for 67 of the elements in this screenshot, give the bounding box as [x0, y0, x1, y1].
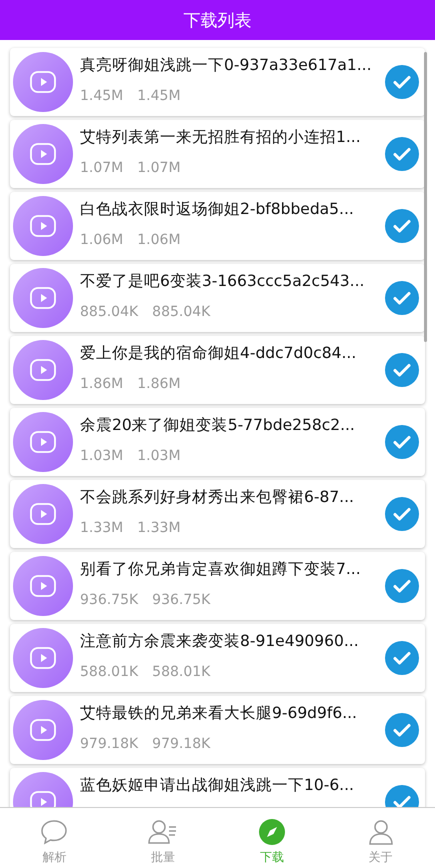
- downloaded-size: 1.33M: [137, 520, 181, 536]
- file-name: 艾特列表第一来无招胜有招的小连招1...: [80, 127, 362, 148]
- download-item[interactable]: 艾特列表第一来无招胜有招的小连招1... 1.07M 1.07M: [10, 120, 425, 188]
- file-size: 1.06M: [80, 232, 124, 248]
- video-thumbnail-icon: [13, 124, 73, 184]
- download-item[interactable]: 不爱了是吧6变装3-1663ccc5a2c543... 885.04K 885.04K: [10, 264, 425, 332]
- download-item[interactable]: 真亮呀御姐浅跳一下0-937a33e617a1... 1.45M 1.45M: [10, 48, 425, 116]
- file-name: 余震20来了御姐变装5-77bde258c2...: [80, 415, 356, 436]
- file-size: 588.01K: [80, 664, 138, 680]
- video-thumbnail-icon: [13, 268, 73, 328]
- download-item[interactable]: 蓝色妖姬申请出战御姐浅跳一下10-6...: [10, 768, 425, 807]
- file-size: 1.45M: [80, 88, 124, 104]
- file-size: 979.18K: [80, 736, 138, 752]
- check-icon[interactable]: [385, 137, 419, 171]
- check-icon[interactable]: [385, 209, 419, 243]
- file-name: 真亮呀御姐浅跳一下0-937a33e617a1...: [80, 55, 373, 76]
- video-thumbnail-icon: [13, 484, 73, 544]
- file-name: 艾特最铁的兄弟来看大长腿9-69d9f6...: [80, 703, 358, 724]
- download-item[interactable]: 爱上你是我的宿命御姐4-ddc7d0c84... 1.86M 1.86M: [10, 336, 425, 404]
- file-name: 白色战衣限时返场御姐2-bf8bbeda5...: [80, 199, 355, 220]
- video-thumbnail-icon: [13, 52, 73, 112]
- downloaded-size: 936.75K: [152, 592, 210, 608]
- download-item[interactable]: 不会跳系列好身材秀出来包臀裙6-87... 1.33M 1.33M: [10, 480, 425, 548]
- file-name: 注意前方余震来袭变装8-91e490960...: [80, 631, 360, 652]
- download-item[interactable]: 白色战衣限时返场御姐2-bf8bbeda5... 1.06M 1.06M: [10, 192, 425, 260]
- file-size: 1.33M: [80, 520, 124, 536]
- file-name: 不爱了是吧6变装3-1663ccc5a2c543...: [80, 271, 366, 292]
- header-title: 下载列表: [184, 10, 252, 32]
- video-thumbnail-icon: [13, 340, 73, 400]
- check-icon[interactable]: [385, 497, 419, 531]
- file-size: 1.03M: [80, 448, 124, 464]
- downloaded-size: 979.18K: [152, 736, 210, 752]
- video-thumbnail-icon: [13, 412, 73, 472]
- video-thumbnail-icon: [13, 628, 73, 688]
- download-item[interactable]: 艾特最铁的兄弟来看大长腿9-69d9f6... 979.18K 979.18K: [10, 696, 425, 764]
- check-icon[interactable]: [385, 425, 419, 459]
- downloaded-size: 885.04K: [152, 304, 210, 320]
- compass-icon: [258, 819, 285, 845]
- check-icon[interactable]: [385, 569, 419, 603]
- scrollbar[interactable]: [424, 52, 427, 342]
- download-item[interactable]: 注意前方余震来袭变装8-91e490960... 588.01K 588.01K: [10, 624, 425, 692]
- user-icon: [368, 819, 394, 845]
- check-icon[interactable]: [385, 65, 419, 99]
- download-item[interactable]: 别看了你兄弟肯定喜欢御姐蹲下变装7... 936.75K 936.75K: [10, 552, 425, 620]
- file-size: 885.04K: [80, 304, 138, 320]
- video-thumbnail-icon: [13, 700, 73, 760]
- file-name: 爱上你是我的宿命御姐4-ddc7d0c84...: [80, 343, 358, 364]
- downloaded-size: 1.06M: [137, 232, 181, 248]
- file-size: 936.75K: [80, 592, 138, 608]
- file-name: 别看了你兄弟肯定喜欢御姐蹲下变装7...: [80, 559, 362, 580]
- chat-icon: [40, 819, 68, 845]
- downloaded-size: 1.07M: [137, 160, 181, 176]
- check-icon[interactable]: [385, 641, 419, 675]
- download-item[interactable]: 余震20来了御姐变装5-77bde258c2... 1.03M 1.03M: [10, 408, 425, 476]
- check-icon[interactable]: [385, 281, 419, 315]
- file-size: 1.86M: [80, 376, 124, 392]
- check-icon[interactable]: [385, 353, 419, 387]
- downloaded-size: 1.45M: [137, 88, 181, 104]
- video-thumbnail-icon: [13, 556, 73, 616]
- downloaded-size: 1.03M: [137, 448, 181, 464]
- downloaded-size: 588.01K: [152, 664, 210, 680]
- file-name: 蓝色妖姬申请出战御姐浅跳一下10-6...: [80, 775, 355, 796]
- file-size: 1.07M: [80, 160, 124, 176]
- file-name: 不会跳系列好身材秀出来包臀裙6-87...: [80, 487, 355, 508]
- check-icon[interactable]: [385, 713, 419, 747]
- downloaded-size: 1.86M: [137, 376, 181, 392]
- video-thumbnail-icon: [13, 196, 73, 256]
